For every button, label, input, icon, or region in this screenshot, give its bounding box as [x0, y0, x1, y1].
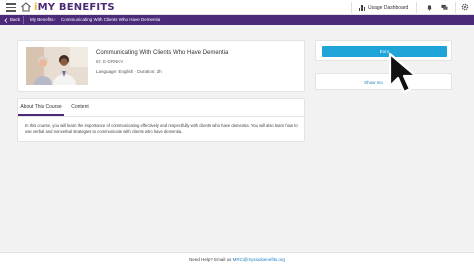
header-divider	[416, 2, 417, 13]
top-header: iMY BENEFITS Usage Dashboard	[0, 0, 474, 15]
back-button[interactable]: Back	[4, 15, 20, 25]
course-title: Communicating With Clients Who Have Deme…	[96, 50, 229, 56]
show-more-card: Show mo	[315, 73, 452, 90]
header-divider	[455, 2, 456, 13]
footer-help-text: Need Help? Email us	[189, 257, 233, 262]
chevron-left-icon	[4, 17, 8, 23]
course-id: ID: E-DRNKV	[96, 59, 124, 64]
breadcrumb-item-my-benefits[interactable]: My Benefits	[30, 15, 54, 25]
tab-content[interactable]: Content	[64, 99, 96, 116]
chat-icon[interactable]	[441, 4, 448, 11]
breadcrumb-item-course: Communicating With Clients Who Have Deme…	[61, 17, 161, 22]
back-label: Back	[10, 17, 21, 22]
course-details-card: About This Course Content In this course…	[17, 98, 305, 142]
tab-about-this-course[interactable]: About This Course	[18, 99, 64, 116]
bell-icon[interactable]	[426, 4, 433, 11]
usage-dashboard-label: Usage Dashboard	[368, 4, 409, 11]
course-description: In this course, you will learn the impor…	[25, 123, 298, 134]
breadcrumb-divider	[23, 16, 24, 24]
course-thumbnail-image	[26, 47, 88, 85]
course-summary-card: Communicating With Clients Who Have Deme…	[17, 40, 305, 92]
help-email-link[interactable]: MRC@myssiobenefits.org	[233, 257, 285, 262]
header-divider	[351, 2, 352, 13]
enroll-button[interactable]: Enro	[322, 46, 447, 57]
app-logo[interactable]: iMY BENEFITS	[34, 1, 115, 14]
enroll-card: Enro	[315, 40, 452, 61]
hamburger-menu-icon[interactable]	[6, 3, 16, 12]
course-language-duration: Language: English · Duration: 2h	[96, 69, 162, 74]
mouse-cursor-icon	[388, 52, 418, 94]
help-footer: Need Help? Email us MRC@myssiobenefits.o…	[0, 252, 474, 266]
breadcrumb-separator: ›	[54, 17, 56, 23]
usage-dashboard-button[interactable]: Usage Dashboard	[359, 2, 408, 13]
gear-icon[interactable]	[461, 3, 469, 11]
tab-divider	[18, 116, 304, 117]
home-icon[interactable]	[20, 1, 32, 13]
bar-chart-icon	[359, 4, 365, 11]
breadcrumb: Back My Benefits › Communicating With Cl…	[0, 15, 474, 25]
